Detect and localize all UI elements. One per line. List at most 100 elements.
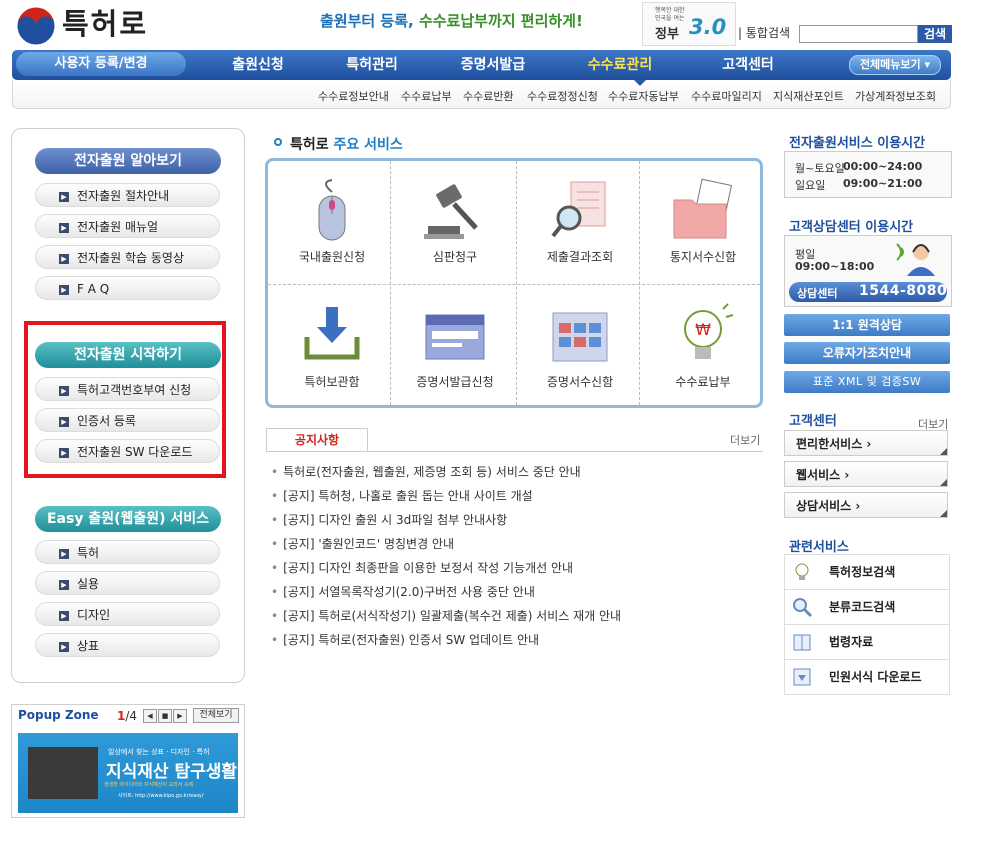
popup-stop-button[interactable]: ■ — [158, 709, 172, 723]
service-certificate-inbox[interactable]: 증명서수신함 — [518, 285, 642, 409]
notice-item[interactable]: • [공지] 디자인 출원 시 3d파일 첨부 안내사항 — [271, 511, 507, 528]
remote-support-button[interactable]: 1:1 원격상담 — [784, 314, 950, 336]
certificate-icon — [425, 314, 485, 360]
tab-notices[interactable]: 공지사항 — [266, 428, 368, 451]
lightbulb-won-icon: ₩ — [684, 303, 734, 359]
subnav-fee-info[interactable]: 수수료정보안내 — [318, 88, 389, 104]
subnav-fee-refund[interactable]: 수수료반환 — [463, 88, 514, 104]
sidebar-item-patent[interactable]: ▶ 특허 — [35, 540, 220, 564]
sidebar-item-faq[interactable]: ▶ F A Q — [35, 276, 220, 300]
consult-service-link[interactable]: 상담서비스 › — [784, 492, 948, 518]
sidebar-item-video[interactable]: ▶ 전자출원 학습 동영상 — [35, 245, 220, 269]
xml-validation-button[interactable]: 표준 XML 및 검증SW — [784, 371, 950, 393]
sidebar-item-label: 전자출원 매뉴얼 — [77, 220, 159, 234]
related-services-title: 관련서비스 — [789, 540, 849, 555]
banner-title: 지식재산 탐구생활 — [106, 762, 238, 782]
cs-center-label: 상담센터 — [797, 287, 838, 300]
nav-item-patent-management[interactable]: 특허관리 — [312, 50, 432, 80]
nav-user-register[interactable]: 사용자 등록/변경 — [16, 52, 186, 76]
service-certificate-issue[interactable]: 증명서발급신청 — [393, 285, 517, 409]
folder-icon — [673, 178, 733, 239]
notice-item[interactable]: • [공지] 디자인 최종판을 이용한 보정서 작성 기능개선 안내 — [271, 559, 573, 576]
arrow-right-icon: ▶ — [59, 222, 69, 233]
service-hours-title: 전자출원서비스 이용시간 — [789, 136, 926, 151]
banner-photo — [28, 747, 98, 799]
arrow-right-icon: ▶ — [59, 191, 69, 202]
bullet-icon: • — [271, 585, 279, 599]
cs-phone-badge[interactable]: 상담센터 1544-8080 — [789, 282, 947, 302]
popup-page-indicator: 1/4 — [117, 709, 138, 723]
notice-item[interactable]: • [공지] 특허로(전자출원) 인증서 SW 업데이트 안내 — [271, 631, 539, 648]
convenient-service-link[interactable]: 편리한서비스 › — [784, 430, 948, 456]
service-notice-inbox[interactable]: 통지서수신함 — [641, 160, 765, 284]
search-input[interactable] — [799, 25, 918, 43]
service-label: 국내출원신청 — [298, 250, 366, 264]
sidebar-item-label: 특허 — [77, 546, 100, 560]
search-label: | 통합검색 — [738, 26, 791, 40]
gov-badge-name: 정부 — [655, 27, 679, 42]
nav-item-fee-management[interactable]: 수수료관리 — [560, 50, 680, 80]
notice-more-link[interactable]: 더보기 — [730, 432, 760, 448]
section-header-easy[interactable]: Easy 출원(웹출원) 서비스 — [35, 506, 221, 532]
section-header-learn[interactable]: 전자출원 알아보기 — [35, 148, 221, 174]
banner-subtitle: 일상에서 찾는 상표 · 디자인 · 특허 — [108, 748, 210, 756]
download-icon — [793, 668, 811, 686]
popup-next-button[interactable]: ▶ — [173, 709, 187, 723]
arrow-right-icon: ▶ — [59, 579, 69, 590]
corner-arrow-icon — [940, 448, 947, 455]
all-menu-button[interactable]: 전체메뉴보기 ▾ — [849, 55, 941, 75]
bullet-icon: • — [271, 609, 279, 623]
sidebar-item-trademark[interactable]: ▶ 상표 — [35, 633, 220, 657]
related-classification-search[interactable]: 분류코드검색 — [784, 590, 950, 625]
notice-item[interactable]: • [공지] 특허청, 나홀로 출원 돕는 안내 사이트 개설 — [271, 487, 533, 504]
subnav-ip-point[interactable]: 지식재산포인트 — [773, 88, 844, 104]
svg-text:₩: ₩ — [695, 320, 711, 339]
related-patent-search[interactable]: 특허정보검색 — [784, 555, 950, 590]
search-button[interactable]: 검색 — [918, 25, 952, 43]
chevron-down-icon: ▾ — [924, 58, 931, 71]
cs-phone-number: 1544-8080 — [859, 283, 948, 299]
nav-item-application[interactable]: 출원신청 — [198, 50, 318, 80]
popup-banner[interactable]: 일상에서 찾는 상표 · 디자인 · 특허 지식재산 탐구생활 생생한 아이디어… — [18, 733, 238, 813]
notice-item[interactable]: • [공지] 특허로(서식작성기) 일괄제출(복수건 제출) 서비스 재개 안내 — [271, 607, 621, 624]
grid-folder-icon — [552, 312, 608, 362]
subnav-virtual-account[interactable]: 가상계좌정보조회 — [855, 88, 936, 104]
web-service-link[interactable]: 웹서비스 › — [784, 461, 948, 487]
sidebar-item-procedure[interactable]: ▶ 전자출원 절차안내 — [35, 183, 220, 207]
hours-time: 09:00~21:00 — [843, 177, 923, 190]
nav-item-certificate[interactable]: 증명서발급 — [433, 50, 553, 80]
sidebar-item-design[interactable]: ▶ 디자인 — [35, 602, 220, 626]
notice-item[interactable]: • [공지] '출원인코드' 명칭변경 안내 — [271, 535, 454, 552]
service-trial-request[interactable]: 심판청구 — [393, 160, 517, 284]
service-domestic-application[interactable]: 국내출원신청 — [270, 160, 394, 284]
sidebar-item-label: 디자인 — [77, 608, 111, 622]
related-law-materials[interactable]: 법령자료 — [784, 625, 950, 660]
service-label: 증명서발급신청 — [416, 375, 494, 389]
nav-item-customer-center[interactable]: 고객센터 — [688, 50, 808, 80]
sidebar-item-label: F A Q — [77, 282, 110, 296]
subnav-fee-mileage[interactable]: 수수료마일리지 — [691, 88, 762, 104]
bullet-icon: • — [271, 513, 279, 527]
error-guide-button[interactable]: 오류자가조치안내 — [784, 342, 950, 364]
notice-item[interactable]: • [공지] 서열목록작성기(2.0)구버전 사용 중단 안내 — [271, 583, 535, 600]
sidebar-item-label: 전자출원 학습 동영상 — [77, 251, 184, 265]
taegeuk-logo-icon[interactable] — [16, 6, 56, 46]
sidebar-item-utility[interactable]: ▶ 실용 — [35, 571, 220, 595]
sidebar-item-label: 실용 — [77, 577, 100, 591]
arrow-right-icon: ▶ — [59, 253, 69, 264]
service-fee-payment[interactable]: ₩ 수수료납부 — [641, 285, 765, 409]
popup-view-all-button[interactable]: 전체보기 — [193, 708, 239, 723]
bullet-icon: • — [271, 489, 279, 503]
subnav-fee-autopay[interactable]: 수수료자동납부 — [608, 88, 679, 104]
hours-day: 월~토요일 — [795, 162, 845, 175]
sidebar-item-manual[interactable]: ▶ 전자출원 매뉴얼 — [35, 214, 220, 238]
site-logo-text[interactable]: 특허로 — [62, 6, 148, 42]
service-patent-storage[interactable]: 특허보관함 — [270, 285, 394, 409]
subnav-fee-payment[interactable]: 수수료납부 — [401, 88, 452, 104]
popup-prev-button[interactable]: ◀ — [143, 709, 157, 723]
service-submission-result[interactable]: 제출결과조회 — [518, 160, 642, 284]
service-label: 통지서수신함 — [669, 250, 737, 264]
notice-item[interactable]: • 특허로(전자출원, 웹출원, 제증명 조회 등) 서비스 중단 안내 — [271, 463, 581, 480]
subnav-fee-correction[interactable]: 수수료정정신청 — [527, 88, 598, 104]
related-form-download[interactable]: 민원서식 다운로드 — [784, 660, 950, 695]
